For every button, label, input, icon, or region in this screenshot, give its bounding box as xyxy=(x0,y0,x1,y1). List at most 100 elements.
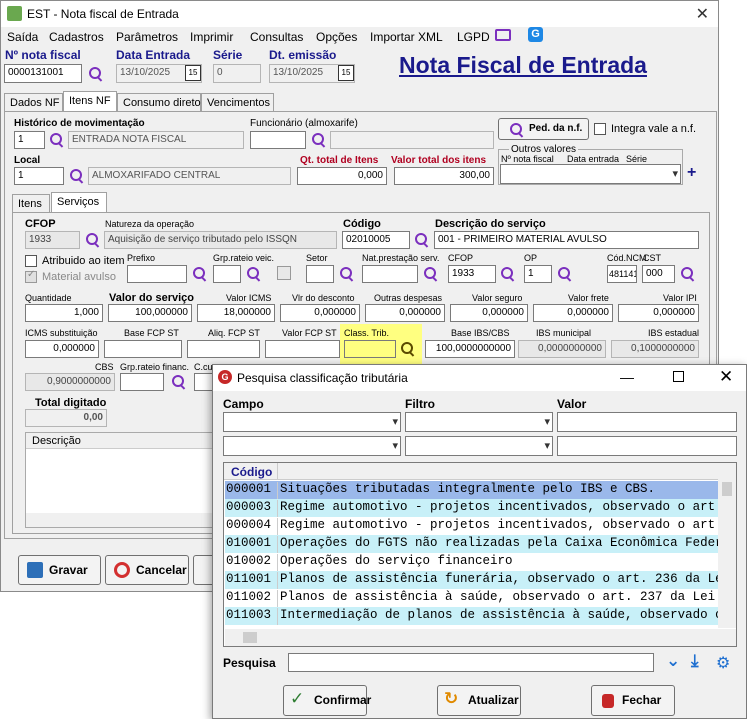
menu-cadastros[interactable]: Cadastros xyxy=(49,30,104,44)
filtro-select-1[interactable] xyxy=(405,412,553,432)
gear-icon[interactable]: ⚙ xyxy=(716,653,730,673)
atribuido-checkbox[interactable] xyxy=(25,255,37,267)
codigo-input[interactable]: 02010005 xyxy=(342,231,410,249)
grid-row[interactable]: 010001 Operações do FGTS não realizadas p… xyxy=(225,535,718,553)
cfop2-search-icon[interactable] xyxy=(500,266,516,282)
fechar-button[interactable]: Fechar xyxy=(591,685,675,716)
grp-rateio-search-icon[interactable] xyxy=(246,266,262,282)
confirmar-button[interactable]: ✓ Confirmar xyxy=(283,685,371,716)
menu-opcoes[interactable]: Opções xyxy=(316,30,357,44)
valor-input-2[interactable] xyxy=(557,436,737,456)
tab-itens-nf[interactable]: Itens NF xyxy=(63,91,117,112)
integra-checkbox[interactable] xyxy=(594,123,606,135)
grp-rateio-input[interactable] xyxy=(213,265,241,283)
campo-select-2[interactable] xyxy=(223,436,401,456)
campo-select-1[interactable] xyxy=(223,412,401,432)
cst-input[interactable]: 000 xyxy=(642,265,675,283)
setor-input[interactable] xyxy=(306,265,334,283)
maximize-icon[interactable] xyxy=(673,371,684,382)
menu-consultas[interactable]: Consultas xyxy=(250,30,303,44)
gravar-button[interactable]: Gravar xyxy=(18,555,101,585)
cfop-search-icon[interactable] xyxy=(85,232,101,248)
cst-search-icon[interactable] xyxy=(680,266,696,282)
g-logo-icon[interactable]: G xyxy=(528,27,543,42)
grid-vertical-scrollbar[interactable] xyxy=(718,464,736,628)
grid-horizontal-scrollbar[interactable] xyxy=(225,629,736,646)
prefixo-search-icon[interactable] xyxy=(192,266,208,282)
tab-dados-nf[interactable]: Dados NF xyxy=(4,93,63,112)
c-custo-input[interactable] xyxy=(194,373,214,391)
valor-input-1[interactable] xyxy=(557,412,737,432)
grid-row[interactable]: 011001 Planos de assistência funerária, o… xyxy=(225,571,718,589)
add-icon[interactable]: + xyxy=(687,164,696,182)
filtro-select-2[interactable] xyxy=(405,436,553,456)
dialog-close-icon[interactable]: ✕ xyxy=(719,367,733,387)
pesquisa-input[interactable] xyxy=(288,653,654,672)
expand-down-icon[interactable]: ⌄ xyxy=(666,651,680,671)
nat-prestacao-input[interactable] xyxy=(362,265,418,283)
descricao-input[interactable]: 001 - PRIMEIRO MATERIAL AVULSO xyxy=(434,231,699,249)
tab-itens[interactable]: Itens xyxy=(12,194,50,213)
grid-row[interactable]: 000004 Regime automotivo - projetos incen… xyxy=(225,517,718,535)
cfop2-input[interactable]: 1933 xyxy=(448,265,496,283)
icms-subst-input[interactable]: 0,000000 xyxy=(25,340,99,358)
serie-input[interactable]: 0 xyxy=(213,64,261,83)
valor-ipi-input[interactable]: 0,000000 xyxy=(618,304,699,322)
valor-servico-input[interactable]: 100,000000 xyxy=(108,304,192,322)
class-trib-search-icon[interactable] xyxy=(400,341,416,357)
grid-row[interactable]: 011002 Planos de assistência à saúde, obs… xyxy=(225,589,718,607)
nat-prestacao-search-icon[interactable] xyxy=(423,266,439,282)
grp-rateio-fin-search-icon[interactable] xyxy=(171,374,187,390)
nf-number-input[interactable]: 0000131001 xyxy=(4,64,82,83)
ncm-input[interactable]: 48114110 xyxy=(607,265,637,283)
op-search-icon[interactable] xyxy=(557,266,573,282)
grid-row-selected[interactable]: 000001 Situações tributadas integralmente… xyxy=(225,481,718,499)
scroll-thumb[interactable] xyxy=(722,482,732,496)
hscroll-thumb[interactable] xyxy=(243,632,257,643)
valor-fcp-st-input[interactable] xyxy=(265,340,340,358)
menu-imprimir[interactable]: Imprimir xyxy=(190,30,233,44)
minimize-icon[interactable]: — xyxy=(620,369,634,385)
menu-parametros[interactable]: Parâmetros xyxy=(116,30,178,44)
col-codigo-header[interactable]: Código xyxy=(231,465,272,479)
grid-row[interactable]: 010002 Operações do serviço financeiro xyxy=(225,553,718,571)
menu-lgpd[interactable]: LGPD xyxy=(457,30,490,44)
calendar-icon[interactable]: 15 xyxy=(185,65,201,81)
monitor-icon[interactable] xyxy=(495,29,511,41)
nf-search-icon[interactable] xyxy=(88,66,104,82)
calendar-icon-emissao[interactable]: 15 xyxy=(338,65,354,81)
local-code-input[interactable]: 1 xyxy=(14,167,64,185)
grid-row[interactable]: 011003 Intermediação de planos de assistê… xyxy=(225,607,718,625)
historico-search-icon[interactable] xyxy=(49,132,65,148)
material-avulso-checkbox[interactable] xyxy=(25,269,37,283)
cancelar-button[interactable]: Cancelar xyxy=(105,555,189,585)
grid-row[interactable]: 000003 Regime automotivo - projetos incen… xyxy=(225,499,718,517)
descricao-grid-scrollbar[interactable] xyxy=(26,513,214,527)
vlr-desconto-input[interactable]: 0,000000 xyxy=(280,304,360,322)
atualizar-button[interactable]: ↻ Atualizar xyxy=(437,685,521,716)
tab-servicos[interactable]: Serviços xyxy=(51,192,107,213)
valor-frete-input[interactable]: 0,000000 xyxy=(533,304,613,322)
base-fcp-st-input[interactable] xyxy=(104,340,182,358)
ped-nf-button[interactable]: Ped. da n.f. xyxy=(498,118,589,140)
down-to-end-icon[interactable]: ⤓ xyxy=(691,651,699,671)
class-trib-input[interactable] xyxy=(344,340,396,358)
tab-vencimentos[interactable]: Vencimentos xyxy=(201,93,274,112)
menu-saida[interactable]: Saída xyxy=(7,30,38,44)
setor-search-icon[interactable] xyxy=(339,266,355,282)
valor-seguro-input[interactable]: 0,000000 xyxy=(450,304,528,322)
prefixo-input[interactable] xyxy=(127,265,187,283)
outros-valores-combo[interactable] xyxy=(500,164,681,184)
funcionario-search-icon[interactable] xyxy=(311,132,327,148)
binoculars-icon[interactable] xyxy=(277,266,291,280)
grp-rateio-fin-input[interactable] xyxy=(120,373,164,391)
close-icon[interactable]: ✕ xyxy=(696,4,709,24)
tab-consumo-direto[interactable]: Consumo direto xyxy=(117,93,201,112)
codigo-search-icon[interactable] xyxy=(414,232,430,248)
aliq-fcp-st-input[interactable] xyxy=(187,340,260,358)
base-ibs-input[interactable]: 100,0000000000 xyxy=(425,340,515,358)
valor-icms-input[interactable]: 18,000000 xyxy=(197,304,275,322)
cfop-input[interactable]: 1933 xyxy=(25,231,80,249)
op-input[interactable]: 1 xyxy=(524,265,552,283)
funcionario-input[interactable] xyxy=(250,131,306,149)
